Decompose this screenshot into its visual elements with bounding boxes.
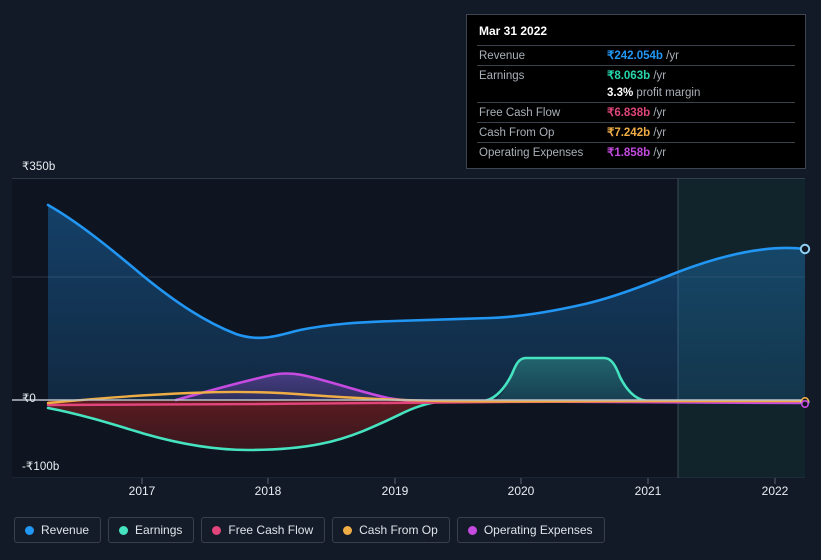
tooltip-key-operating-expenses: Operating Expenses (477, 142, 605, 162)
legend-dot-revenue (25, 525, 34, 535)
tooltip-num-operating-expenses: ₹1.858b (607, 147, 651, 159)
legend-item-earnings[interactable]: Earnings (108, 517, 195, 543)
tooltip-num-profit-margin: 3.3% (607, 87, 634, 99)
tooltip-row-earnings: Earnings ₹8.063b /yr (477, 65, 795, 85)
tooltip-num-earnings: ₹8.063b (607, 70, 651, 82)
tooltip-key-earnings: Earnings (477, 65, 605, 85)
legend-dot-earnings (119, 525, 129, 535)
tooltip-row-free-cash-flow: Free Cash Flow ₹6.838b /yr (477, 102, 795, 123)
legend-label-earnings: Earnings (135, 523, 183, 537)
legend-label-operating-expenses: Operating Expenses (483, 523, 593, 537)
revenue-endpoint-marker[interactable] (799, 243, 811, 255)
legend-dot-free-cash-flow (212, 525, 222, 535)
tooltip-suffix-revenue: /yr (666, 50, 679, 62)
tooltip-key-profit-margin (477, 85, 605, 103)
legend-dot-cash-from-op (343, 525, 353, 535)
legend-item-revenue[interactable]: Revenue (14, 517, 102, 543)
legend-dot-operating-expenses (467, 525, 477, 535)
x-axis-label-2019: 2019 (381, 484, 409, 498)
tooltip-suffix-operating-expenses: /yr (653, 147, 667, 159)
tooltip-suffix-profit-margin: profit margin (636, 87, 701, 99)
x-axis-label-2022: 2022 (761, 484, 789, 498)
x-axis-label-2021: 2021 (634, 484, 662, 498)
tooltip-row-revenue: Revenue ₹242.054b /yr (477, 45, 795, 66)
x-axis-label-2017: 2017 (128, 484, 156, 498)
tooltip-suffix-earnings: /yr (653, 70, 667, 82)
tooltip-suffix-free-cash-flow: /yr (653, 107, 667, 119)
chart-legend: Revenue Earnings Free Cash Flow Cash Fro… (14, 517, 605, 543)
tooltip-table: Revenue ₹242.054b /yr Earnings ₹8.063b /… (477, 45, 795, 162)
legend-item-free-cash-flow[interactable]: Free Cash Flow (201, 517, 326, 543)
tooltip-suffix-cash-from-op: /yr (653, 127, 667, 139)
financial-chart-widget: ₹350b ₹0 -₹100b 2017 2018 2019 2020 2021… (0, 0, 821, 560)
tooltip-value-free-cash-flow: ₹6.838b /yr (605, 102, 795, 123)
opex-endpoint-marker[interactable] (800, 399, 809, 408)
legend-item-cash-from-op[interactable]: Cash From Op (332, 517, 450, 543)
x-axis-label-2020: 2020 (507, 484, 535, 498)
legend-label-revenue: Revenue (41, 523, 90, 537)
tooltip-key-cash-from-op: Cash From Op (477, 122, 605, 143)
tooltip-row-cash-from-op: Cash From Op ₹7.242b /yr (477, 122, 795, 143)
tooltip-key-free-cash-flow: Free Cash Flow (477, 102, 605, 123)
tooltip-row-operating-expenses: Operating Expenses ₹1.858b /yr (477, 142, 795, 162)
legend-label-free-cash-flow: Free Cash Flow (228, 523, 314, 537)
x-axis-ticks (141, 478, 776, 484)
tooltip-num-cash-from-op: ₹7.242b (607, 127, 651, 139)
tooltip-value-profit-margin: 3.3% profit margin (605, 85, 795, 103)
tooltip-value-operating-expenses: ₹1.858b /yr (605, 142, 795, 162)
x-axis-label-2018: 2018 (254, 484, 282, 498)
legend-item-operating-expenses[interactable]: Operating Expenses (456, 517, 605, 543)
tooltip-value-earnings: ₹8.063b /yr (605, 65, 795, 85)
legend-label-cash-from-op: Cash From Op (359, 523, 438, 537)
tooltip-num-revenue: ₹242.054b (607, 50, 663, 62)
tooltip-key-revenue: Revenue (477, 45, 605, 66)
tooltip-value-revenue: ₹242.054b /yr (605, 45, 795, 66)
tooltip-num-free-cash-flow: ₹6.838b (607, 107, 651, 119)
tooltip-date: Mar 31 2022 (479, 24, 548, 38)
tooltip-value-cash-from-op: ₹7.242b /yr (605, 122, 795, 143)
tooltip-row-profit-margin: 3.3% profit margin (477, 85, 795, 103)
chart-tooltip: Mar 31 2022 Revenue ₹242.054b /yr Earnin… (466, 14, 806, 169)
